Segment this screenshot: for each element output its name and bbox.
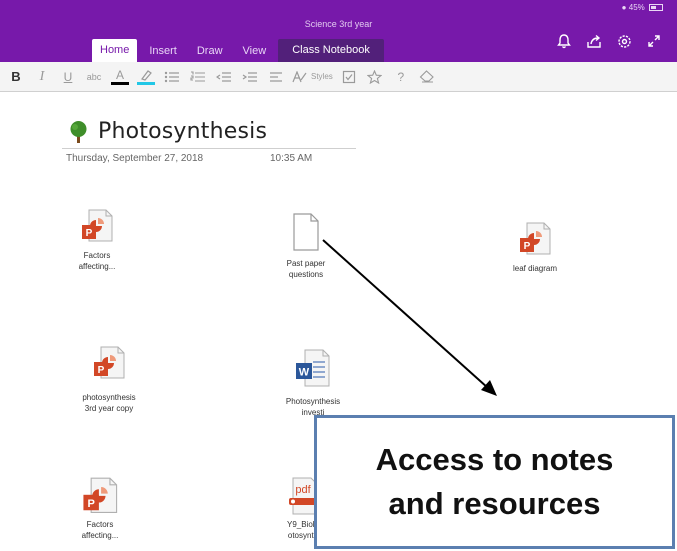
page-title[interactable]: Photosynthesis	[98, 119, 267, 144]
file-attachment[interactable]: W Photosynthesis investi	[258, 348, 368, 418]
svg-text:P: P	[86, 228, 93, 239]
bell-icon[interactable]	[549, 30, 579, 52]
app-header: ● 45% Science 3rd year Home Insert Draw …	[0, 0, 677, 62]
highlighter-icon	[141, 69, 152, 81]
highlight-button[interactable]	[136, 62, 156, 92]
font-color-swatch	[111, 81, 129, 85]
title-divider	[62, 148, 356, 149]
status-bar: ● 45%	[622, 3, 663, 12]
align-icon[interactable]	[266, 62, 286, 92]
powerpoint-file-icon: P	[520, 222, 551, 255]
numbered-list-icon[interactable]	[188, 62, 208, 92]
checkbox-tag-icon[interactable]	[339, 62, 359, 92]
tab-home[interactable]: Home	[92, 39, 138, 62]
tab-view[interactable]: View	[235, 40, 275, 62]
file-attachment[interactable]: P Factors affecting...	[45, 476, 155, 541]
powerpoint-file-icon: P	[82, 209, 113, 242]
indent-icon[interactable]	[240, 62, 260, 92]
font-color-button[interactable]: A	[110, 62, 130, 92]
outdent-icon[interactable]	[214, 62, 234, 92]
file-name: Factors affecting...	[81, 520, 119, 540]
svg-text:P: P	[87, 498, 94, 510]
powerpoint-file-icon: P	[83, 477, 118, 514]
battery-icon	[649, 4, 663, 12]
file-name: Factors affecting...	[78, 251, 116, 271]
file-name: photosynthesis 3rd year copy	[82, 393, 136, 413]
tree-icon	[70, 120, 87, 143]
callout-line-2: and resources	[388, 486, 601, 521]
word-file-icon: W	[296, 349, 330, 387]
bullet-list-icon[interactable]	[162, 62, 182, 92]
styles-icon	[292, 70, 307, 82]
notebook-title: Science 3rd year	[304, 19, 373, 29]
tab-insert[interactable]: Insert	[141, 40, 185, 62]
underline-button[interactable]: U	[58, 62, 78, 92]
italic-button[interactable]: I	[32, 62, 52, 92]
file-attachment[interactable]: P leaf diagram	[480, 221, 590, 274]
share-icon[interactable]	[579, 30, 609, 52]
page-date: Thursday, September 27, 2018	[66, 153, 204, 164]
styles-label: Styles	[311, 72, 333, 81]
bold-button[interactable]: B	[6, 62, 26, 92]
strikethrough-button[interactable]: abc	[84, 62, 104, 92]
styles-button[interactable]: Styles	[292, 62, 333, 92]
formatting-toolbar: B I U abc A Styles ?	[0, 62, 677, 92]
star-tag-icon[interactable]	[365, 62, 385, 92]
question-tag-button[interactable]: ?	[391, 62, 411, 92]
tab-class-notebook[interactable]: Class Notebook	[278, 39, 384, 62]
eraser-icon[interactable]	[417, 62, 437, 92]
tab-draw[interactable]: Draw	[189, 40, 231, 62]
file-attachment[interactable]: Past paper questions	[251, 212, 361, 280]
expand-icon[interactable]	[639, 30, 669, 52]
svg-text:W: W	[299, 367, 310, 379]
settings-icon[interactable]	[609, 30, 639, 52]
svg-text:P: P	[98, 365, 105, 376]
file-attachment[interactable]: P photosynthesis 3rd year copy	[54, 345, 164, 414]
highlight-swatch	[137, 81, 155, 85]
file-name: Past paper questions	[286, 259, 326, 279]
page-time: 10:35 AM	[270, 153, 313, 164]
ribbon-tabs: Home Insert Draw View Class Notebook	[92, 37, 388, 62]
header-actions	[549, 30, 669, 52]
callout-box: Access to notes and resources	[314, 415, 675, 549]
wifi-icon: ●	[621, 3, 627, 12]
svg-text:P: P	[524, 241, 531, 252]
powerpoint-file-icon: P	[94, 346, 125, 379]
file-attachment[interactable]: P Factors affecting...	[42, 208, 152, 272]
page-header: Photosynthesis	[66, 119, 267, 144]
file-name: leaf diagram	[512, 264, 558, 273]
svg-text:pdf: pdf	[295, 484, 311, 496]
callout-line-1: Access to notes	[375, 442, 614, 477]
font-color-label: A	[115, 67, 124, 82]
blank-file-icon	[293, 213, 319, 251]
battery-percent: 45%	[628, 3, 645, 12]
